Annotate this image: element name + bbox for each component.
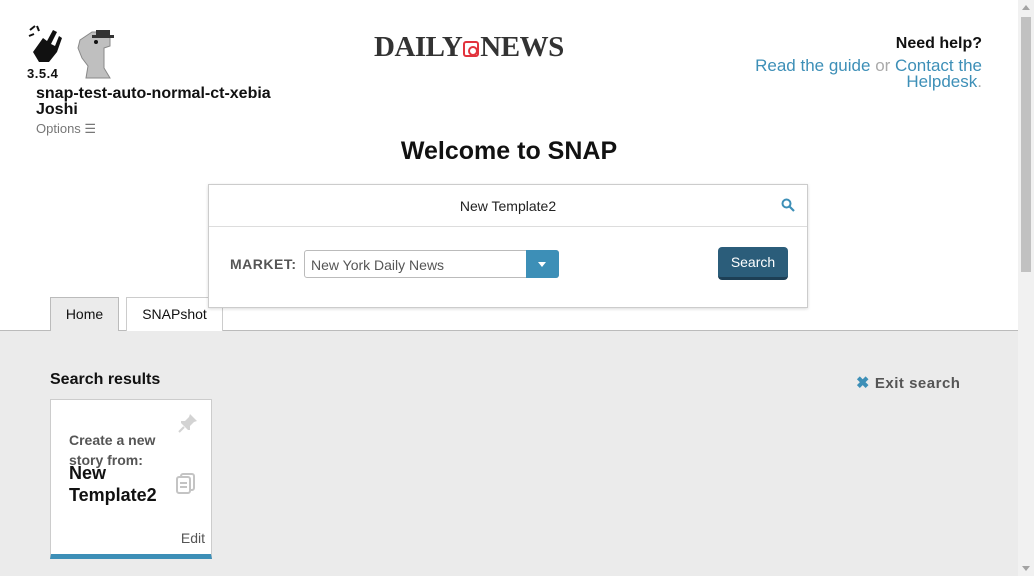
scrollbar-thumb[interactable] [1021,17,1031,272]
options-menu[interactable]: Options ☰ [36,121,96,137]
market-label: MARKET: [230,256,297,272]
help-title: Need help? [895,35,982,52]
daily-news-logo: DAILY NEWS [374,31,564,64]
page-title: Welcome to SNAP [400,137,618,165]
help-or-text: or [875,56,891,75]
help-section: Need help? Read the guide or Contact the… [722,35,982,90]
help-period: . [977,72,982,91]
helpdesk-link[interactable]: Contact the Helpdesk [895,56,982,91]
hand-logo-icon [28,25,62,62]
read-guide-link[interactable]: Read the guide [755,56,870,75]
close-icon: ✖ [856,375,870,392]
content-area: Search results ✖ Exit search Create a new… [0,331,1018,576]
camera-logo-icon [463,41,480,57]
scroll-down-icon[interactable] [1022,566,1030,571]
search-input[interactable] [209,185,807,226]
exit-search-button[interactable]: ✖ Exit search [856,373,960,393]
edit-link[interactable]: Edit [181,530,205,546]
result-card[interactable]: Create a new story from: New Template2 E… [50,399,212,559]
copy-icon[interactable] [176,472,196,494]
market-select-value: New York Daily News [311,257,445,273]
masthead-left: DAILY [374,31,463,63]
tab-home[interactable]: Home [50,297,119,332]
scrollbar[interactable] [1018,0,1034,576]
search-panel: MARKET: New York Daily News Search [208,184,808,308]
search-results-title: Search results [50,371,161,388]
exit-search-label: Exit search [874,375,961,392]
search-button[interactable]: Search [718,247,788,280]
search-icon[interactable] [781,198,795,212]
username: snap-test-auto-normal-ct-xebia Joshi [36,85,271,118]
market-select[interactable]: New York Daily News [304,250,559,278]
dropdown-caret-icon[interactable] [526,250,559,278]
masthead-right: NEWS [480,31,564,63]
template-name: New Template2 [69,463,157,505]
version-label: 3.5.4 [27,66,59,81]
pin-icon[interactable] [177,412,199,434]
dog-logo-icon [77,30,114,79]
scroll-up-icon[interactable] [1022,5,1030,10]
